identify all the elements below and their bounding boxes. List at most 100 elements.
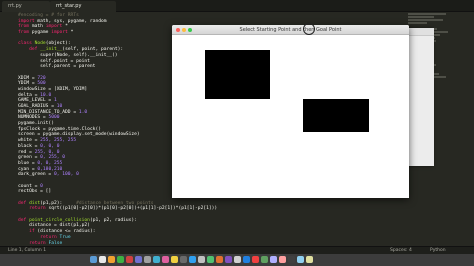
code-token: 255, 255, 255 bbox=[40, 138, 77, 144]
dock-app-icon[interactable] bbox=[270, 256, 277, 263]
code-token: GOAL_RADIUS = bbox=[18, 104, 57, 109]
code-token: NUMNODES = bbox=[18, 115, 49, 121]
code-token: XDIM = bbox=[18, 75, 38, 81]
dock-app-icon[interactable] bbox=[126, 256, 133, 263]
code-token: distance = dist(p1,p2) bbox=[18, 223, 90, 229]
pygame-window[interactable]: Select Starting Point and then Goal Poin… bbox=[172, 23, 409, 198]
code-token: import bbox=[51, 30, 68, 36]
code-token: #distance between two points bbox=[76, 200, 154, 206]
code-token: 0, 0, 0 bbox=[40, 143, 60, 149]
code-token: 5000 bbox=[48, 115, 60, 121]
code-token: import bbox=[45, 24, 63, 30]
code-token: red = bbox=[18, 149, 35, 155]
dock-app-icon[interactable] bbox=[234, 256, 241, 263]
tab-rrt-star[interactable]: rrt_star.py bbox=[50, 1, 116, 12]
dock-app-icon[interactable] bbox=[297, 256, 304, 263]
code-token: 10.0 bbox=[40, 92, 52, 98]
dock-app-icon[interactable] bbox=[279, 256, 286, 263]
code-token: blue = bbox=[18, 160, 38, 166]
code-token: MIN_DISTANCE_TO_ADD = bbox=[18, 109, 79, 115]
code-token: 0, 0, 255 bbox=[37, 160, 63, 166]
tab-rrt[interactable]: rrt.py bbox=[2, 1, 50, 12]
code-token: 720 bbox=[37, 75, 46, 81]
pygame-window-title: Select Starting Point and then Goal Poin… bbox=[239, 27, 342, 33]
code-token: Node bbox=[31, 41, 46, 47]
dock-app-icon[interactable] bbox=[198, 256, 205, 263]
code-token: * bbox=[62, 24, 68, 30]
tab-bar: rrt.py rrt_star.py bbox=[0, 0, 474, 12]
dock-app-icon[interactable] bbox=[207, 256, 214, 263]
code-token: self.parent = parent bbox=[18, 64, 96, 70]
dock-app-icon[interactable] bbox=[216, 256, 223, 263]
dock-app-icon[interactable] bbox=[288, 256, 295, 263]
dock-app-icon[interactable] bbox=[99, 256, 106, 263]
dock-app-icon[interactable] bbox=[153, 256, 160, 263]
dock-app-icon[interactable] bbox=[261, 256, 268, 263]
code-token: #encoding = # for RRTs bbox=[18, 13, 79, 18]
pygame-canvas[interactable] bbox=[172, 35, 409, 198]
code-token: pygame bbox=[29, 30, 52, 36]
code-token: __init__ bbox=[37, 47, 63, 53]
code-token: 1 bbox=[53, 98, 57, 104]
code-token: 0, 100, 0 bbox=[53, 172, 79, 178]
code-token: (p1,p2): bbox=[40, 200, 77, 206]
dock-app-icon[interactable] bbox=[171, 256, 178, 263]
dock-app-icon[interactable] bbox=[252, 256, 259, 263]
minimap-line bbox=[408, 13, 447, 15]
code-token: False bbox=[45, 240, 63, 246]
code-token: 500 bbox=[37, 81, 46, 87]
code-token: rectObs = [] bbox=[18, 189, 52, 195]
code-token: (distance <= radius): bbox=[34, 229, 96, 235]
code-token: self.point = point bbox=[18, 58, 90, 64]
code-token: black = bbox=[18, 143, 41, 149]
code-token: dist bbox=[26, 200, 41, 206]
code-token: cyan = bbox=[18, 166, 38, 172]
dock-app-icon[interactable] bbox=[243, 256, 250, 263]
dock-app-icon[interactable] bbox=[306, 256, 313, 263]
dock-app-icon[interactable] bbox=[180, 256, 187, 263]
code-token: white = bbox=[18, 138, 41, 144]
code-token: 0, 255, 0 bbox=[40, 155, 66, 161]
code-token: delta = bbox=[18, 92, 41, 98]
code-token: dark_green = bbox=[18, 172, 54, 178]
code-token: GAME_LEVEL = bbox=[18, 98, 54, 104]
code-token: point_circle_collision bbox=[26, 217, 90, 223]
dock-app-icon[interactable] bbox=[225, 256, 232, 263]
code-token: return bbox=[29, 240, 46, 246]
code-token: screen = pygame.display.set_mode(windowS… bbox=[18, 132, 140, 138]
dock bbox=[0, 254, 474, 266]
code-token: sqrt((p1[0]-p2[0])*(p1[0]-p2[0])+(p1[1]-… bbox=[45, 206, 218, 212]
code-token: 255, 0, 0 bbox=[34, 149, 60, 155]
mouse-cursor-highlight bbox=[303, 23, 315, 35]
minimap-line bbox=[408, 19, 444, 21]
code-token: math, sys, pygame, random bbox=[34, 18, 107, 24]
dock-app-icon[interactable] bbox=[90, 256, 97, 263]
code-token: pygame.init() bbox=[18, 121, 54, 127]
code-token: math bbox=[29, 24, 46, 30]
background-window[interactable] bbox=[406, 28, 434, 166]
code-token: 1.0 bbox=[78, 109, 88, 115]
dock-app-icon[interactable] bbox=[162, 256, 169, 263]
dock-app-icon[interactable] bbox=[135, 256, 142, 263]
code-token: super(Node, self).__init__() bbox=[18, 52, 118, 58]
obstacle-rect bbox=[205, 50, 270, 99]
code-token: * bbox=[67, 30, 74, 36]
code-editor[interactable]: rrt.py rrt_star.py #encoding = # for RRT… bbox=[0, 0, 474, 266]
code-line[interactable]: return sqrt((p1[0]-p2[0])*(p1[0]-p2[0])+… bbox=[18, 206, 217, 212]
dock-app-icon[interactable] bbox=[144, 256, 151, 263]
dock-app-icon[interactable] bbox=[108, 256, 115, 263]
dock-app-icon[interactable] bbox=[189, 256, 196, 263]
code-token: count = bbox=[18, 183, 41, 189]
minimap-line bbox=[408, 16, 434, 18]
dock-app-icon[interactable] bbox=[117, 256, 124, 263]
background-window-titlebar bbox=[407, 28, 434, 36]
code-token: YDIM = bbox=[18, 81, 38, 87]
code-token: (self, point, parent): bbox=[62, 47, 124, 53]
code-token: 0,180,210 bbox=[37, 166, 63, 172]
code-token: class bbox=[18, 41, 32, 47]
code-token: green = bbox=[18, 155, 41, 161]
